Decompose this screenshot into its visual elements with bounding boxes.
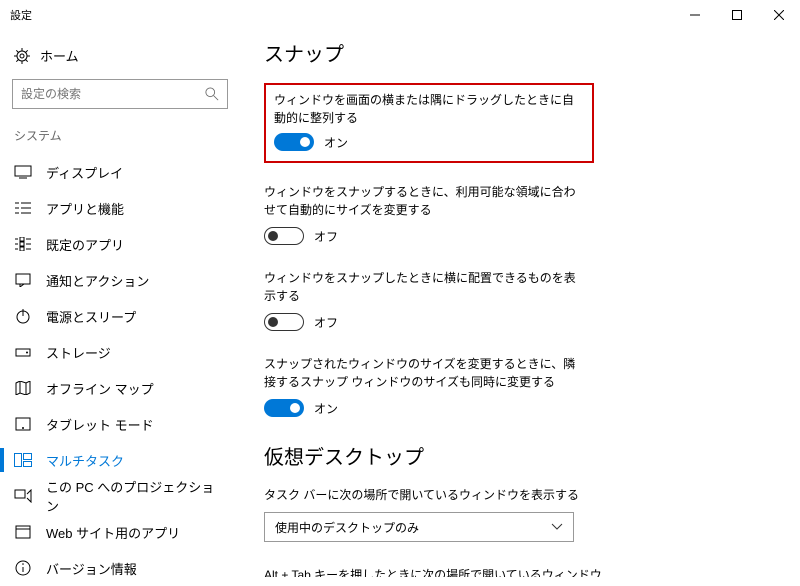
- vd1-combobox[interactable]: 使用中のデスクトップのみ: [264, 512, 574, 542]
- nav-offline-maps[interactable]: オフライン マップ: [0, 370, 240, 406]
- snap4-label: スナップされたウィンドウのサイズを変更するときに、隣接するスナップ ウィンドウの…: [264, 355, 584, 391]
- info-icon: [14, 559, 32, 577]
- snap1-toggle[interactable]: [274, 133, 314, 151]
- vd1-value: 使用中のデスクトップのみ: [275, 519, 419, 536]
- snap3-toggle[interactable]: [264, 313, 304, 331]
- nav-power[interactable]: 電源とスリープ: [0, 298, 240, 334]
- home-button[interactable]: ホーム: [0, 40, 240, 79]
- window-controls: [674, 0, 800, 30]
- chevron-down-icon: [551, 523, 563, 531]
- content-area: スナップ ウィンドウを画面の横または隅にドラッグしたときに自動的に整列する オン…: [240, 30, 800, 577]
- section-label: システム: [0, 123, 240, 154]
- multitasking-icon: [14, 451, 32, 469]
- vd2-label: Alt + Tab キーを押したときに次の場所で開いているウィンドウを表示する: [264, 566, 604, 577]
- close-button[interactable]: [758, 0, 800, 30]
- nav-tablet-mode[interactable]: タブレット モード: [0, 406, 240, 442]
- home-label: ホーム: [40, 46, 79, 65]
- heading-virtual-desktop: 仮想デスクトップ: [264, 441, 770, 470]
- maximize-button[interactable]: [716, 0, 758, 30]
- minimize-button[interactable]: [674, 0, 716, 30]
- snap1-state: オン: [324, 134, 348, 151]
- default-apps-icon: [14, 235, 32, 253]
- nav-storage[interactable]: ストレージ: [0, 334, 240, 370]
- window-title: 設定: [10, 7, 32, 23]
- snap2-label: ウィンドウをスナップするときに、利用可能な領域に合わせて自動的にサイズを変更する: [264, 183, 584, 219]
- apps-icon: [14, 199, 32, 217]
- snap4-state: オン: [314, 400, 338, 417]
- nav-apps[interactable]: アプリと機能: [0, 190, 240, 226]
- notifications-icon: [14, 271, 32, 289]
- sidebar: ホーム システム ディスプレイ アプリと機能 既定のアプリ 通知とアクション 電…: [0, 30, 240, 577]
- nav-notifications[interactable]: 通知とアクション: [0, 262, 240, 298]
- display-icon: [14, 163, 32, 181]
- snap3-state: オフ: [314, 314, 338, 331]
- project-icon: [14, 487, 32, 505]
- nav-about[interactable]: バージョン情報: [0, 550, 240, 586]
- nav-display[interactable]: ディスプレイ: [0, 154, 240, 190]
- storage-icon: [14, 343, 32, 361]
- vd1-label: タスク バーに次の場所で開いているウィンドウを表示する: [264, 486, 604, 504]
- titlebar: 設定: [0, 0, 800, 30]
- nav-website-apps[interactable]: Web サイト用のアプリ: [0, 514, 240, 550]
- power-icon: [14, 307, 32, 325]
- highlighted-setting: ウィンドウを画面の横または隅にドラッグしたときに自動的に整列する オン: [264, 83, 594, 163]
- nav-projecting[interactable]: この PC へのプロジェクション: [0, 478, 240, 514]
- snap1-label: ウィンドウを画面の横または隅にドラッグしたときに自動的に整列する: [274, 91, 584, 127]
- snap3-label: ウィンドウをスナップしたときに横に配置できるものを表示する: [264, 269, 584, 305]
- map-icon: [14, 379, 32, 397]
- nav-default-apps[interactable]: 既定のアプリ: [0, 226, 240, 262]
- search-box[interactable]: [12, 79, 228, 109]
- search-icon: [205, 87, 219, 101]
- tablet-icon: [14, 415, 32, 433]
- snap2-toggle[interactable]: [264, 227, 304, 245]
- nav-multitasking[interactable]: マルチタスク: [0, 442, 240, 478]
- heading-snap: スナップ: [264, 38, 770, 67]
- website-icon: [14, 523, 32, 541]
- snap2-state: オフ: [314, 228, 338, 245]
- search-input[interactable]: [21, 87, 205, 101]
- snap4-toggle[interactable]: [264, 399, 304, 417]
- gear-icon: [14, 48, 30, 64]
